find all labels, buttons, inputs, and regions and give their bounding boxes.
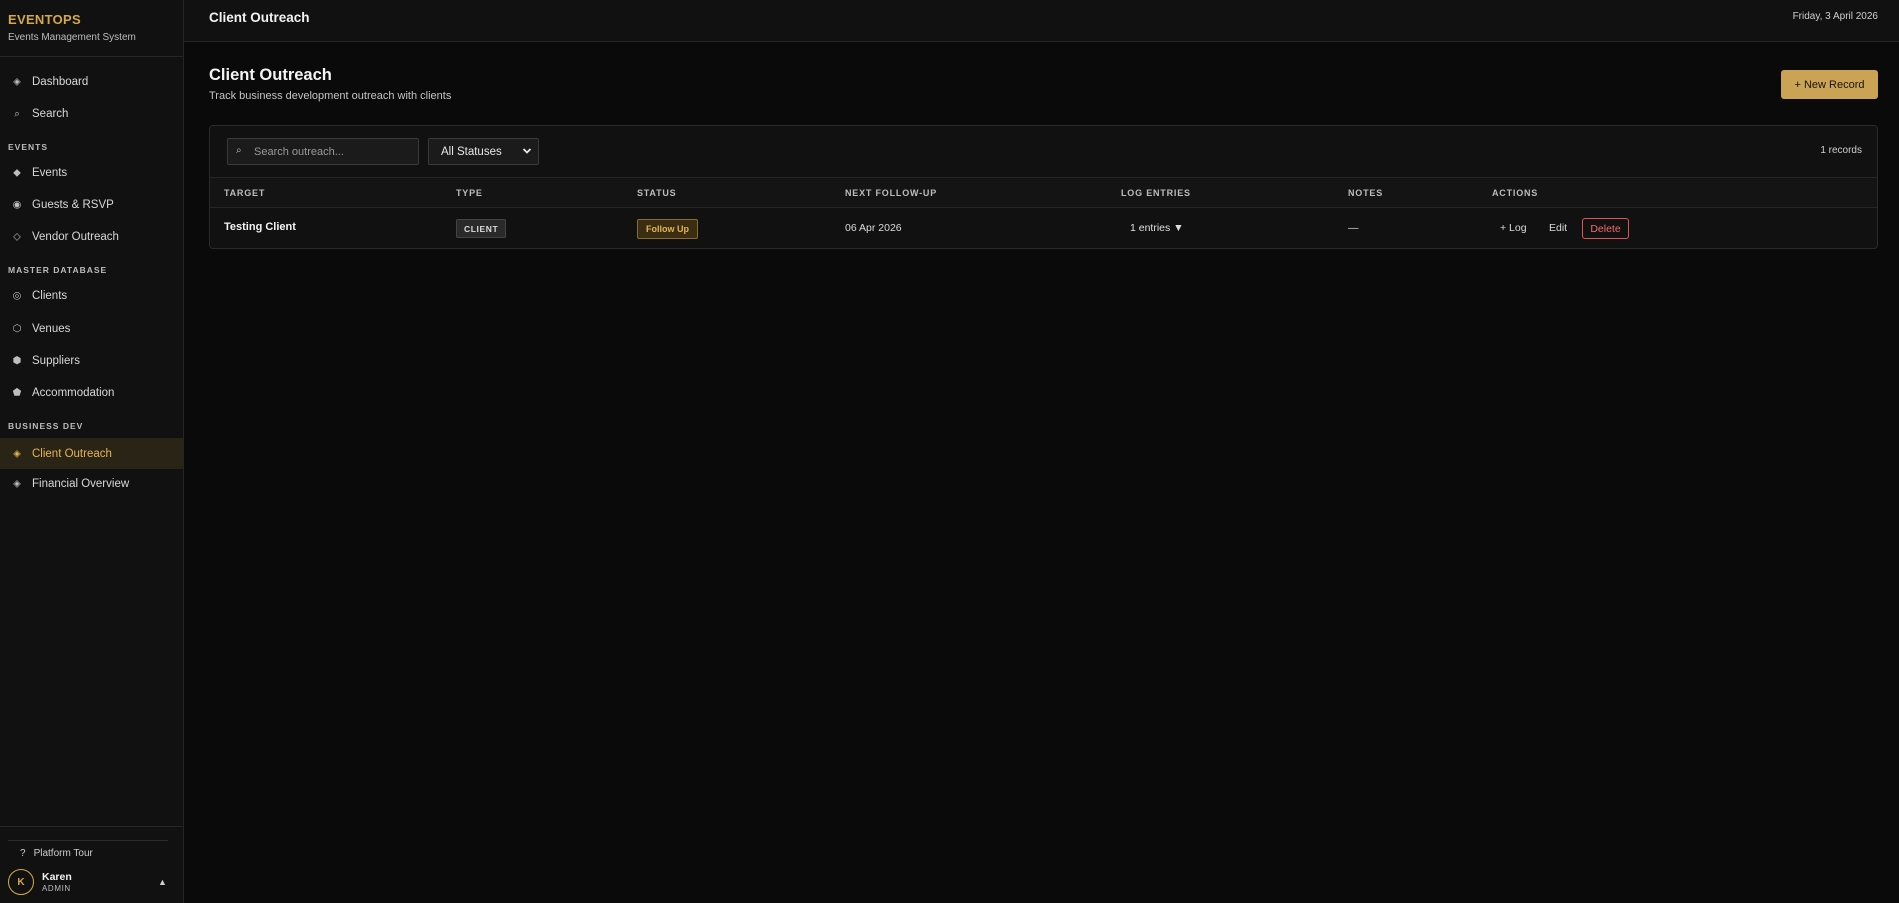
column-header-notes[interactable]: NOTES bbox=[1348, 188, 1383, 198]
dashboard-icon: ◈ bbox=[13, 76, 21, 88]
caret-down-icon: ▼ bbox=[1173, 222, 1184, 234]
pentagon-icon: ⬟ bbox=[12, 387, 22, 399]
hexagon-icon: ⬢ bbox=[12, 355, 22, 367]
sidebar-item-label: Events bbox=[32, 167, 68, 179]
divider bbox=[0, 826, 183, 827]
search-field[interactable]: ⌕ bbox=[227, 138, 419, 165]
sidebar-item-suppliers[interactable]: ⬢ Suppliers bbox=[0, 347, 183, 375]
column-header-target[interactable]: TARGET bbox=[224, 188, 265, 198]
user-name: Karen bbox=[42, 871, 72, 883]
status-badge: Follow Up bbox=[637, 219, 698, 239]
edit-button[interactable]: Edit bbox=[1549, 222, 1567, 234]
sidebar-item-accommodation[interactable]: ⬟ Accommodation bbox=[0, 379, 183, 407]
diamond-icon: ◆ bbox=[13, 167, 21, 179]
sidebar-item-label: Venues bbox=[32, 323, 71, 335]
column-header-next-follow-up[interactable]: NEXT FOLLOW-UP bbox=[845, 188, 937, 198]
platform-tour-label: Platform Tour bbox=[33, 848, 93, 859]
user-info: Karen ADMIN bbox=[42, 871, 72, 893]
search-input[interactable] bbox=[252, 139, 416, 164]
chevron-down-icon bbox=[522, 148, 532, 154]
type-badge: CLIENT bbox=[456, 219, 507, 238]
user-role: ADMIN bbox=[42, 884, 71, 893]
table-header: TARGET TYPE STATUS NEXT FOLLOW-UP LOG EN… bbox=[210, 177, 1877, 208]
column-header-log-entries[interactable]: LOG ENTRIES bbox=[1121, 188, 1191, 198]
diamond-cross-icon: ◈ bbox=[13, 478, 21, 490]
column-header-status[interactable]: STATUS bbox=[637, 188, 676, 198]
sidebar-item-label: Financial Overview bbox=[32, 478, 130, 490]
sidebar-item-client-outreach[interactable]: ◈ Client Outreach bbox=[0, 438, 183, 469]
current-date: Friday, 3 April 2026 bbox=[1792, 11, 1878, 22]
sidebar-item-label: Dashboard bbox=[32, 76, 89, 88]
topbar-title: Client Outreach bbox=[209, 10, 310, 25]
sidebar-item-label: Vendor Outreach bbox=[32, 231, 119, 243]
help-icon: ? bbox=[20, 848, 26, 859]
sidebar-item-vendor-outreach[interactable]: ◇ Vendor Outreach bbox=[0, 223, 183, 251]
user-menu[interactable]: K Karen ADMIN bbox=[8, 869, 72, 895]
platform-tour-link[interactable]: ? Platform Tour bbox=[20, 848, 93, 859]
records-count: 1 records bbox=[1820, 145, 1862, 156]
brand: EVENTOPS Events Management System bbox=[8, 12, 136, 43]
section-label-events: EVENTS bbox=[8, 142, 49, 152]
sidebar-item-label: Accommodation bbox=[32, 387, 115, 399]
sidebar-item-dashboard[interactable]: ◈ Dashboard bbox=[0, 68, 183, 96]
sidebar-item-events[interactable]: ◆ Events bbox=[0, 159, 183, 187]
notes-value: — bbox=[1348, 222, 1359, 234]
sidebar-item-financial-overview[interactable]: ◈ Financial Overview bbox=[0, 470, 183, 498]
avatar: K bbox=[8, 869, 34, 895]
diamond-outline-icon: ◇ bbox=[13, 231, 21, 243]
column-header-actions[interactable]: ACTIONS bbox=[1492, 188, 1538, 198]
search-icon: ⌕ bbox=[14, 108, 20, 120]
diamond-cross-icon: ◈ bbox=[13, 448, 21, 459]
sidebar-item-guests-rsvp[interactable]: ◉ Guests & RSVP bbox=[0, 191, 183, 219]
table-row: Testing Client CLIENT Follow Up 06 Apr 2… bbox=[210, 208, 1877, 248]
divider bbox=[8, 840, 168, 841]
sidebar-item-label: Search bbox=[32, 108, 69, 120]
brand-title: EVENTOPS bbox=[8, 12, 81, 27]
column-header-type[interactable]: TYPE bbox=[456, 188, 483, 198]
divider bbox=[0, 56, 183, 57]
section-label-business-dev: BUSINESS DEV bbox=[8, 421, 84, 431]
section-label-master-database: MASTER DATABASE bbox=[8, 265, 108, 275]
chevron-up-icon[interactable]: ▲ bbox=[158, 877, 167, 887]
sidebar-item-clients[interactable]: ◎ Clients bbox=[0, 282, 183, 310]
status-filter-select[interactable]: All Statuses bbox=[428, 138, 539, 165]
sidebar-item-label: Suppliers bbox=[32, 355, 80, 367]
target-icon: ◉ bbox=[12, 199, 22, 211]
circle-icon: ◎ bbox=[12, 290, 22, 302]
outreach-table-card: ⌕ All Statuses 1 records TARGET TYPE STA… bbox=[209, 125, 1878, 249]
log-entries-toggle[interactable]: 1 entries ▼ bbox=[1130, 222, 1184, 234]
delete-button[interactable]: Delete bbox=[1582, 218, 1629, 239]
add-log-button[interactable]: + Log bbox=[1500, 222, 1527, 234]
brand-subtitle: Events Management System bbox=[8, 32, 136, 43]
status-filter-value: All Statuses bbox=[441, 145, 502, 158]
sidebar-item-search[interactable]: ⌕ Search bbox=[0, 100, 183, 128]
sidebar-item-label: Client Outreach bbox=[32, 447, 112, 460]
search-icon: ⌕ bbox=[236, 145, 242, 156]
sidebar: EVENTOPS Events Management System ◈ Dash… bbox=[0, 0, 184, 903]
page-subtitle: Track business development outreach with… bbox=[209, 90, 452, 102]
new-record-button[interactable]: + New Record bbox=[1781, 70, 1878, 99]
sidebar-item-label: Clients bbox=[32, 290, 68, 302]
sidebar-item-venues[interactable]: ⬡ Venues bbox=[0, 315, 183, 343]
page-title: Client Outreach bbox=[209, 66, 332, 84]
target-name: Testing Client bbox=[224, 221, 296, 233]
sidebar-item-label: Guests & RSVP bbox=[32, 199, 114, 211]
log-entries-count: 1 entries bbox=[1130, 222, 1171, 234]
hexagon-outline-icon: ⬡ bbox=[12, 323, 22, 335]
next-follow-up-date: 06 Apr 2026 bbox=[845, 222, 902, 234]
topbar: Client Outreach Friday, 3 April 2026 bbox=[184, 0, 1899, 42]
